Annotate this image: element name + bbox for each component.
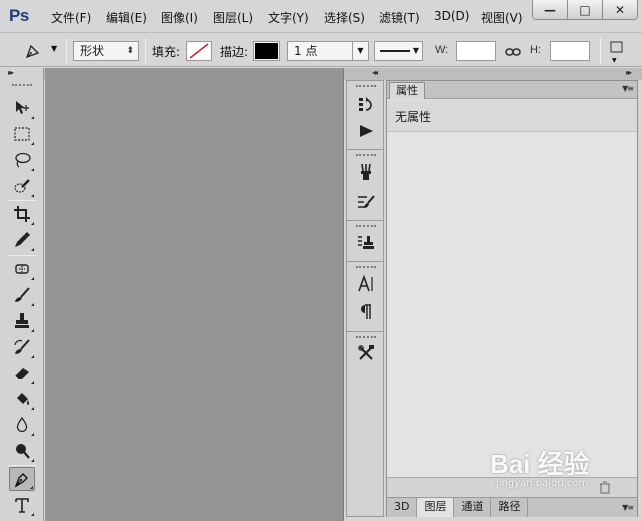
eyedropper-tool-icon[interactable] (9, 228, 35, 252)
panel-menu-icon[interactable]: ▼≡ (622, 84, 634, 93)
stroke-width-value: 1 点 (294, 44, 318, 58)
dodge-tool-icon[interactable] (9, 439, 35, 463)
window-controls: — □ ✕ (532, 0, 638, 20)
crop-tool-icon[interactable] (9, 202, 35, 226)
stroke-width-dropdown[interactable]: ▼ (352, 42, 368, 60)
tool-presets-icon[interactable] (356, 343, 376, 363)
mode-select[interactable]: 形状 ⬍ (73, 41, 139, 61)
eraser-tool-icon[interactable] (9, 361, 35, 385)
panel-icon-dock (346, 80, 384, 517)
stroke-type-dropdown-arrow: ▼ (412, 46, 419, 55)
tab-channels[interactable]: 通道 (454, 498, 492, 517)
type-tool-icon[interactable] (9, 493, 35, 517)
menu-type[interactable]: 文字(Y) (268, 9, 309, 26)
tab-properties[interactable]: 属性 (389, 82, 425, 99)
pen-preset-icon[interactable] (24, 42, 44, 63)
brush-panel-icon[interactable] (356, 192, 376, 212)
stroke-color-chip (255, 43, 278, 59)
height-input[interactable] (550, 41, 590, 61)
tab-3d[interactable]: 3D (387, 498, 418, 517)
menu-3d[interactable]: 3D(D) (434, 9, 469, 23)
stroke-label: 描边: (220, 45, 249, 59)
paragraph-panel-icon[interactable] (356, 302, 376, 322)
toolbar-grip[interactable] (12, 84, 32, 87)
no-properties-text: 无属性 (395, 110, 432, 124)
h-label: H: (530, 44, 541, 56)
move-tool-icon[interactable] (9, 96, 35, 120)
path-operations-dropdown[interactable]: ▼ (612, 57, 617, 64)
width-input[interactable] (456, 41, 496, 61)
mode-value: 形状 (80, 44, 105, 58)
trash-icon[interactable] (599, 481, 611, 494)
fill-swatch[interactable] (186, 41, 212, 61)
properties-panel: 属性 ▼≡ 无属性 3D 图层 通道 路径 ▼≡ (386, 80, 638, 517)
brush-presets-icon[interactable] (356, 162, 376, 182)
photoshop-logo: Ps (9, 6, 29, 25)
clone-stamp-tool-icon[interactable] (9, 309, 35, 333)
properties-footer (387, 477, 637, 497)
collapse-dock-icon[interactable]: ◂◂ (372, 68, 378, 77)
bottom-panel-tabs: 3D 图层 通道 路径 ▼≡ (387, 497, 637, 517)
quick-select-tool-icon[interactable] (9, 174, 35, 198)
pen-tool-icon[interactable] (9, 467, 35, 491)
stroke-width-input[interactable]: 1 点 ▼ (287, 41, 369, 61)
solid-line-icon (380, 50, 410, 52)
lasso-tool-icon[interactable] (9, 148, 35, 172)
healing-brush-tool-icon[interactable] (9, 257, 35, 281)
brush-tool-icon[interactable] (9, 283, 35, 307)
dock-grip-5[interactable] (356, 336, 376, 338)
tab-layers[interactable]: 图层 (417, 498, 455, 517)
menu-edit[interactable]: 编辑(E) (106, 9, 147, 26)
paint-bucket-tool-icon[interactable] (9, 387, 35, 411)
no-fill-icon (188, 43, 210, 59)
fill-label: 填充: (152, 45, 181, 59)
minimize-button[interactable]: — (533, 0, 568, 19)
updown-icon: ⬍ (126, 46, 134, 56)
dock-grip-4[interactable] (356, 266, 376, 268)
preset-dropdown-arrow[interactable]: ▼ (51, 44, 57, 53)
blur-tool-icon[interactable] (9, 413, 35, 437)
tools-panel: ▸▸ (0, 68, 44, 521)
menu-select[interactable]: 选择(S) (324, 9, 365, 26)
path-operations-icon[interactable] (610, 41, 624, 58)
marquee-tool-icon[interactable] (9, 122, 35, 146)
dock-grip-2[interactable] (356, 154, 376, 156)
toolbar-expand-icon[interactable]: ▸▸ (8, 68, 14, 77)
w-label: W: (435, 44, 449, 56)
menu-layer[interactable]: 图层(L) (213, 9, 253, 26)
stroke-type-select[interactable]: ▼ (374, 41, 423, 61)
menu-image[interactable]: 图像(I) (161, 9, 198, 26)
properties-tab-bar: 属性 ▼≡ (387, 81, 637, 99)
character-panel-icon[interactable] (356, 274, 376, 294)
stroke-swatch[interactable] (253, 41, 280, 61)
options-bar: ▼ 形状 ⬍ 填充: 描边: 1 点 ▼ ▼ W: H: ▼ (0, 33, 642, 67)
menu-filter[interactable]: 滤镜(T) (379, 9, 420, 26)
bottom-panel-menu-icon[interactable]: ▼≡ (622, 503, 634, 512)
dock-grip[interactable] (356, 85, 376, 87)
properties-header: 无属性 (387, 100, 637, 132)
clone-source-icon[interactable] (356, 233, 376, 253)
menu-file[interactable]: 文件(F) (51, 9, 91, 26)
close-button[interactable]: ✕ (603, 0, 637, 19)
link-icon[interactable] (505, 46, 521, 60)
tab-paths[interactable]: 路径 (491, 498, 529, 517)
actions-panel-icon[interactable] (356, 121, 376, 141)
dock-grip-3[interactable] (356, 225, 376, 227)
maximize-button[interactable]: □ (568, 0, 603, 19)
history-brush-tool-icon[interactable] (9, 335, 35, 359)
menu-bar: Ps 文件(F) 编辑(E) 图像(I) 图层(L) 文字(Y) 选择(S) 滤… (0, 0, 642, 33)
menu-view[interactable]: 视图(V) (481, 9, 523, 26)
document-canvas-area[interactable] (45, 68, 344, 521)
collapse-panels-icon[interactable]: ▸▸ (626, 68, 632, 77)
history-panel-icon[interactable] (356, 94, 376, 114)
